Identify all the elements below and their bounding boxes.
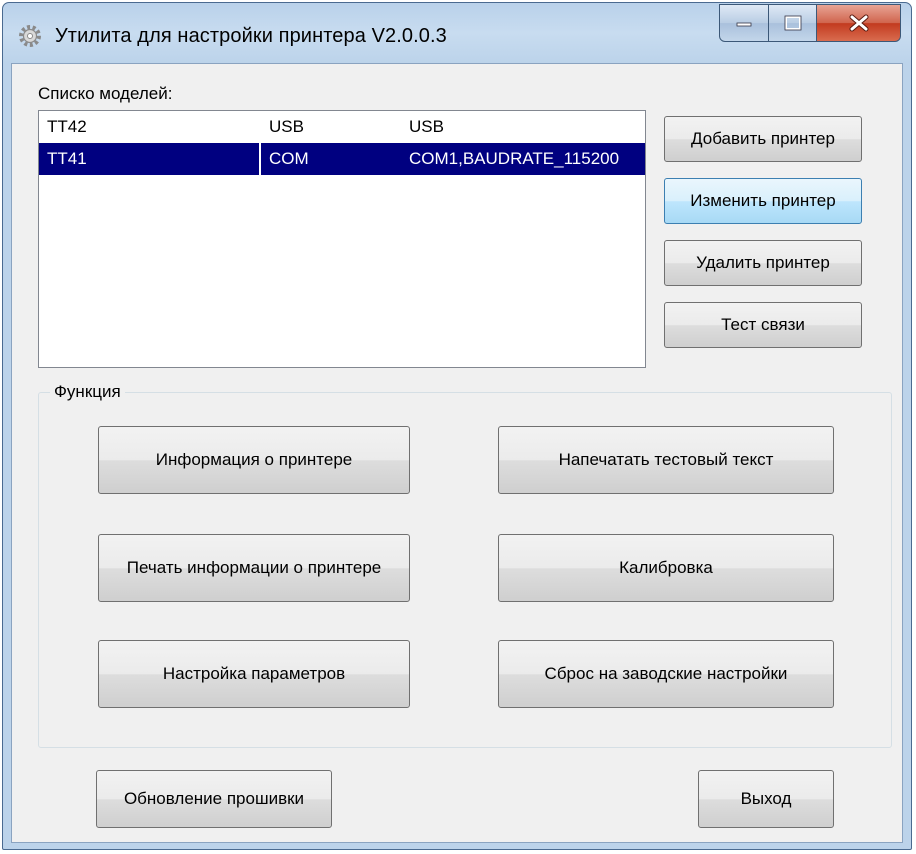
close-icon [849,14,868,32]
close-button[interactable] [817,4,901,42]
title-bar[interactable]: Утилита для настройки принтера V2.0.0.3 [3,3,911,59]
maximize-button[interactable] [769,4,817,42]
function-group-label: Функция [50,382,125,402]
test-connection-button[interactable]: Тест связи [664,302,862,348]
maximize-icon [784,15,801,31]
port-cell: USB [269,117,304,136]
firmware-update-button[interactable]: Обновление прошивки [96,770,332,828]
window-controls [719,4,901,42]
factory-reset-button[interactable]: Сброс на заводские настройки [498,640,834,708]
minimize-icon [736,22,752,27]
add-printer-button[interactable]: Добавить принтер [664,116,862,162]
list-item-selected[interactable]: TT41 COM COM1,BAUDRATE_115200 [39,143,645,175]
port-cell: COM [261,143,401,175]
print-printer-info-button[interactable]: Печать информации о принтере [98,534,410,602]
app-window: Утилита для настройки принтера V2.0.0.3 … [2,2,912,850]
client-area: Списко моделей: TT42 USB USB TT41 COM CO… [11,63,903,843]
gear-icon [17,23,43,49]
delete-printer-button[interactable]: Удалить принтер [664,240,862,286]
models-label: Списко моделей: [38,84,173,103]
minimize-button[interactable] [719,4,769,42]
settings-cell: USB [409,117,444,136]
param-settings-button[interactable]: Настройка параметров [98,640,410,708]
edit-printer-button[interactable]: Изменить принтер [664,178,862,224]
window-title: Утилита для настройки принтера V2.0.0.3 [55,25,447,47]
calibration-button[interactable]: Калибровка [498,534,834,602]
model-cell: TT42 [47,117,87,136]
exit-button[interactable]: Выход [698,770,834,828]
models-list[interactable]: TT42 USB USB TT41 COM COM1,BAUDRATE_1152… [38,110,646,368]
print-test-text-button[interactable]: Напечатать тестовый текст [498,426,834,494]
printer-info-button[interactable]: Информация о принтере [98,426,410,494]
list-item[interactable]: TT42 USB USB [39,111,645,143]
model-cell: TT41 [39,143,259,175]
settings-cell: COM1,BAUDRATE_115200 [401,143,645,175]
